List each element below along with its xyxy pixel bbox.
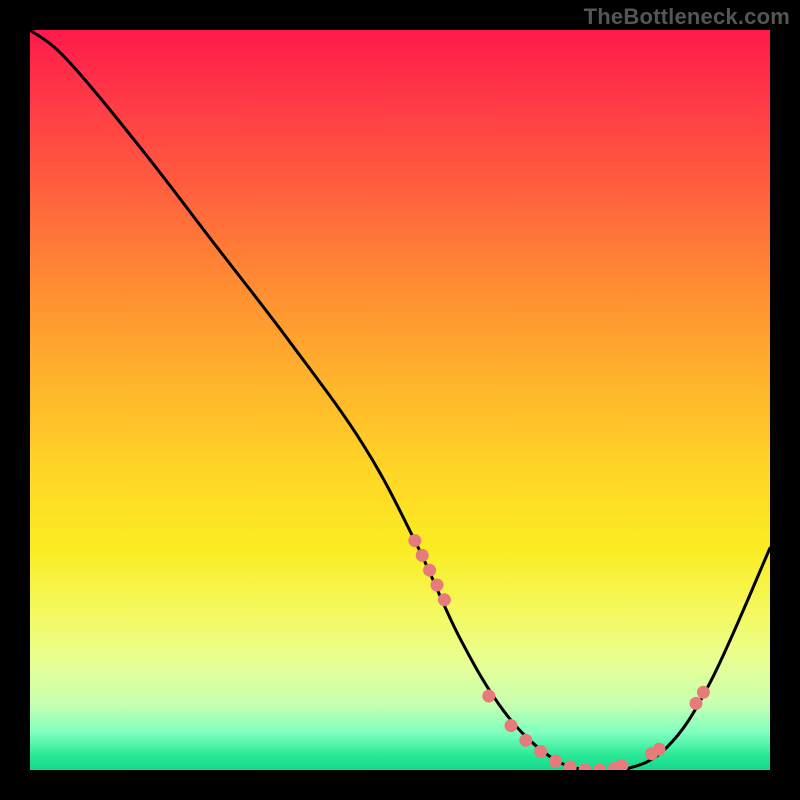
highlight-dot [505, 719, 518, 732]
chart-stage: TheBottleneck.com [0, 0, 800, 800]
bottleneck-curve-path [30, 30, 770, 770]
highlight-dot [482, 690, 495, 703]
highlight-dot [408, 534, 421, 547]
highlight-dot [549, 755, 562, 768]
plot-area [30, 30, 770, 770]
highlight-dot [690, 697, 703, 710]
highlight-dot [534, 745, 547, 758]
curve-layer [30, 30, 770, 770]
highlight-dot [579, 764, 592, 771]
highlight-dot [519, 734, 532, 747]
highlight-dot [697, 686, 710, 699]
highlight-dot [616, 759, 629, 770]
highlight-dot [653, 743, 666, 756]
watermark-text: TheBottleneck.com [584, 4, 790, 30]
highlight-dot [431, 579, 444, 592]
highlight-dot [593, 764, 606, 771]
highlight-dot [438, 593, 451, 606]
highlight-dots [408, 534, 710, 770]
highlight-dot [423, 564, 436, 577]
highlight-dot [416, 549, 429, 562]
highlight-dot [564, 761, 577, 770]
